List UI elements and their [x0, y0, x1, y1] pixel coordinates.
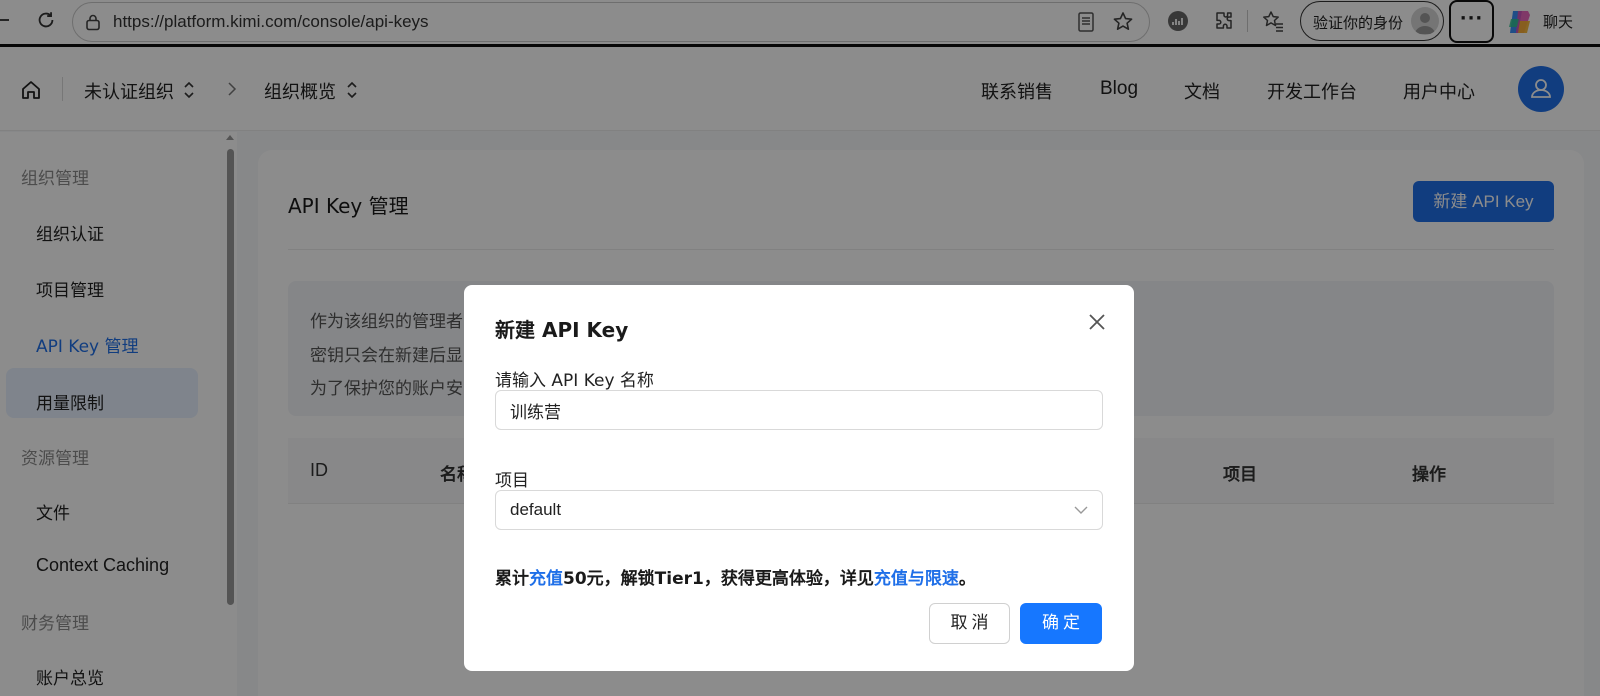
- hint-middle: 50元，解锁Tier1，获得更高体验，详见: [563, 569, 874, 589]
- confirm-button[interactable]: 确定: [1020, 603, 1102, 644]
- close-icon[interactable]: [1086, 311, 1108, 333]
- project-select[interactable]: default: [495, 490, 1103, 530]
- new-api-key-dialog: 新建 API Key 请输入 API Key 名称 项目 default 累计充…: [464, 285, 1134, 671]
- project-select-value: default: [510, 500, 562, 519]
- cancel-button[interactable]: 取消: [929, 603, 1010, 644]
- hint-prefix: 累计: [495, 569, 529, 589]
- recharge-and-rate-limit-link[interactable]: 充值与限速: [874, 569, 959, 589]
- hint-suffix: 。: [958, 569, 976, 589]
- recharge-hint: 累计充值50元，解锁Tier1，获得更高体验，详见充值与限速。: [495, 564, 976, 589]
- chevron-down-icon: [1074, 506, 1088, 514]
- api-key-name-label: 请输入 API Key 名称: [495, 371, 654, 391]
- api-key-name-input[interactable]: [495, 390, 1103, 430]
- recharge-link[interactable]: 充值: [529, 569, 563, 589]
- dialog-title: 新建 API Key: [495, 318, 629, 342]
- project-label: 项目: [495, 471, 529, 491]
